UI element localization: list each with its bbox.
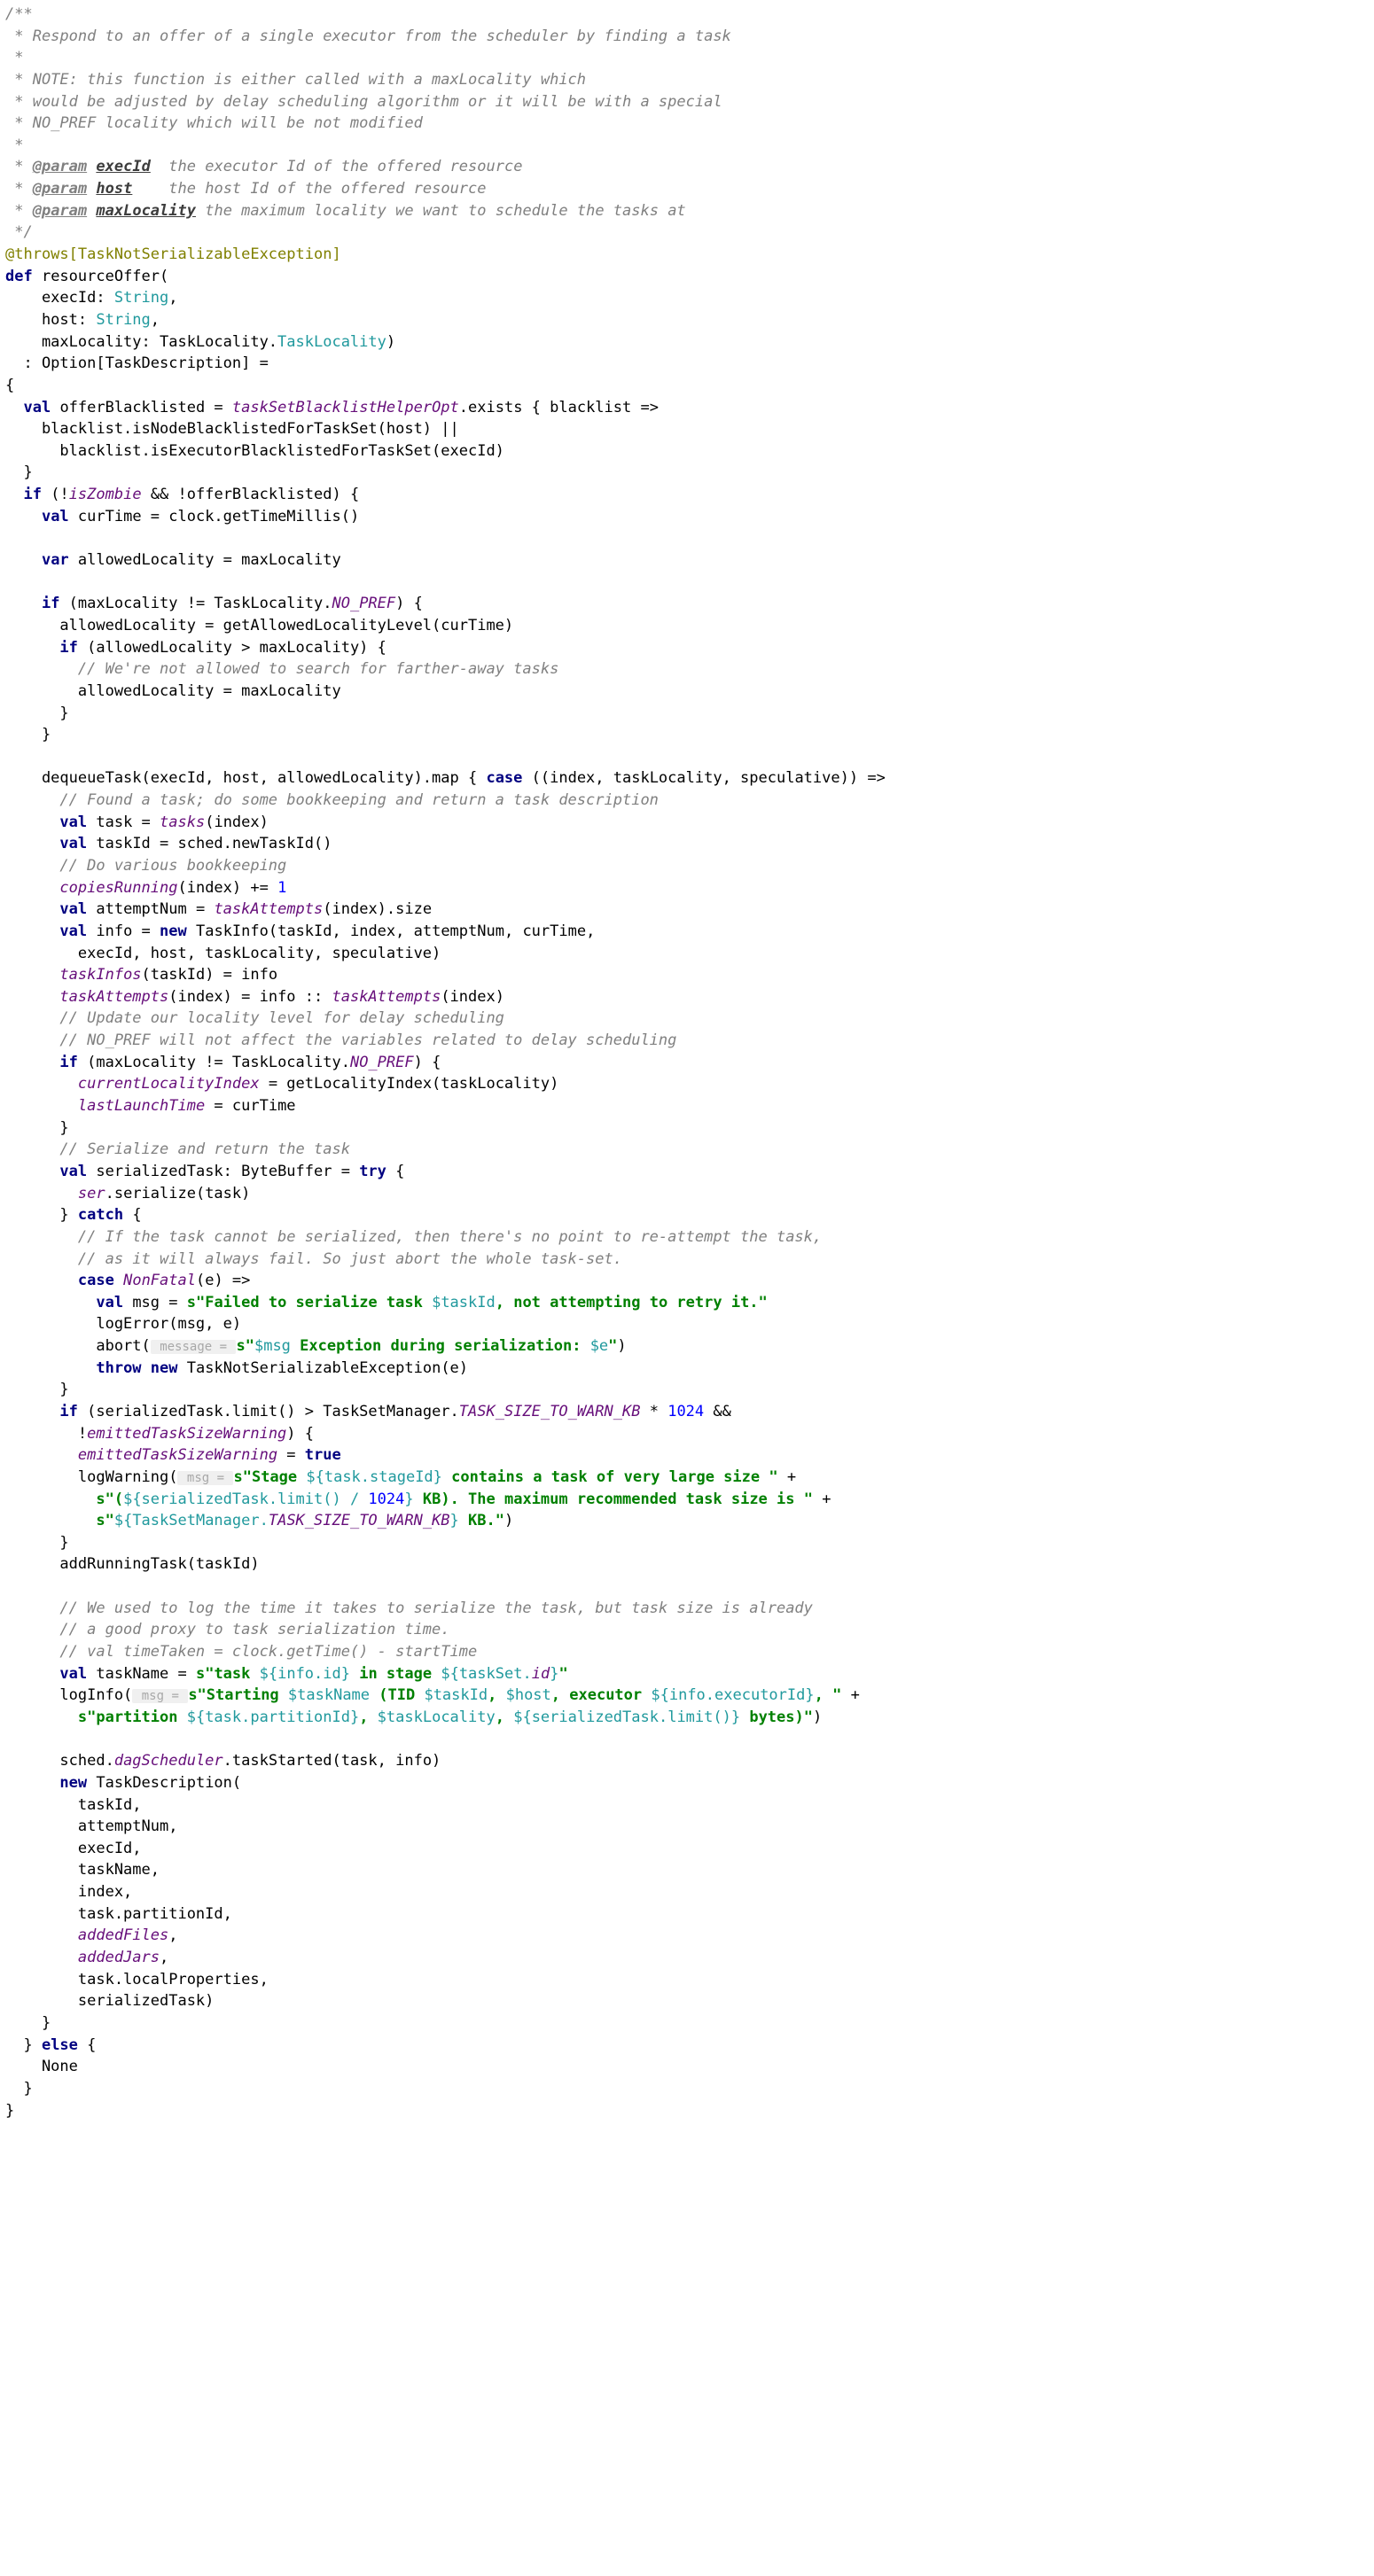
inlay-hint: msg = [132,1689,188,1703]
inlay-hint: msg = [177,1471,233,1485]
code-block: /** * Respond to an offer of a single ex… [0,0,1374,2125]
inlay-hint: message = [151,1340,237,1354]
doc-comment: /** * Respond to an offer of a single ex… [5,5,731,241]
annotation: @throws[TaskNotSerializableException] [5,245,341,263]
